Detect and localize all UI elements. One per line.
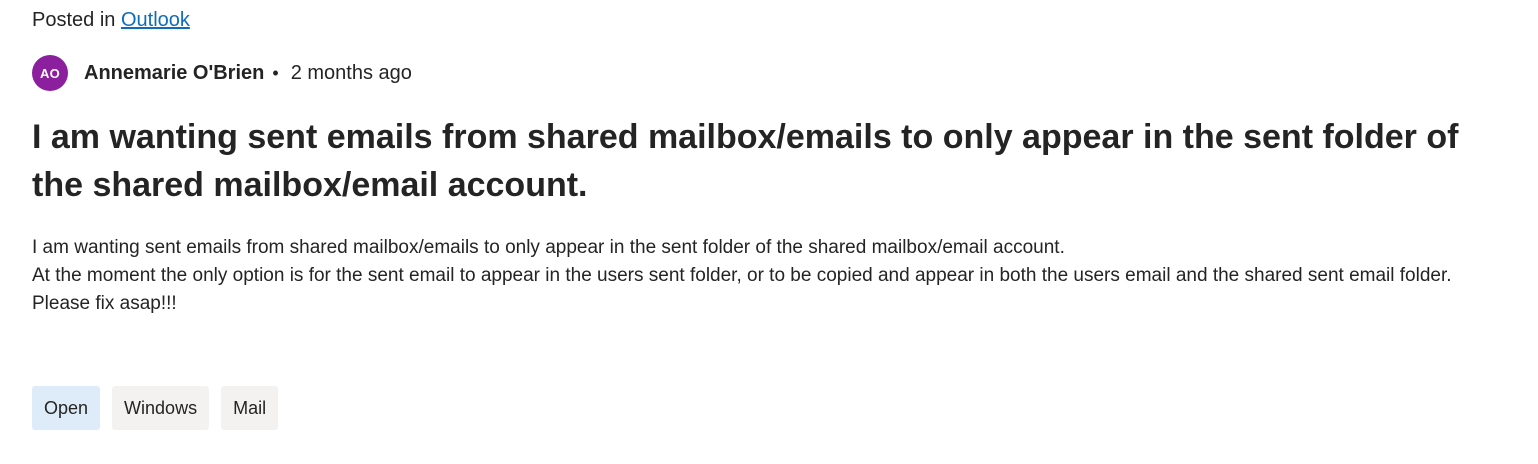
avatar[interactable]: AO [32, 55, 68, 91]
body-line: I am wanting sent emails from shared mai… [32, 237, 1065, 258]
tag-windows[interactable]: Windows [112, 386, 210, 430]
posted-in-line: Posted in Outlook [32, 6, 190, 34]
separator-dot: • [272, 62, 279, 83]
post-title: I am wanting sent emails from shared mai… [32, 118, 1459, 204]
feedback-post: Posted in Outlook AO Annemarie O'Brien •… [0, 0, 1538, 464]
posted-in-label: Posted in [32, 9, 116, 31]
author-row: AO Annemarie O'Brien • 2 months ago [32, 55, 412, 91]
status-tag-open[interactable]: Open [32, 386, 101, 430]
post-body: I am wanting sent emails from shared mai… [32, 234, 1510, 318]
category-link[interactable]: Outlook [121, 9, 190, 31]
post-time: 2 months ago [290, 61, 412, 84]
tag-mail[interactable]: Mail [221, 386, 279, 430]
tag-list: Open Windows Mail [32, 386, 279, 430]
author-name[interactable]: Annemarie O'Brien [84, 62, 264, 85]
body-line: At the moment the only option is for the… [32, 265, 1452, 286]
body-line: Please fix asap!!! [32, 293, 177, 314]
